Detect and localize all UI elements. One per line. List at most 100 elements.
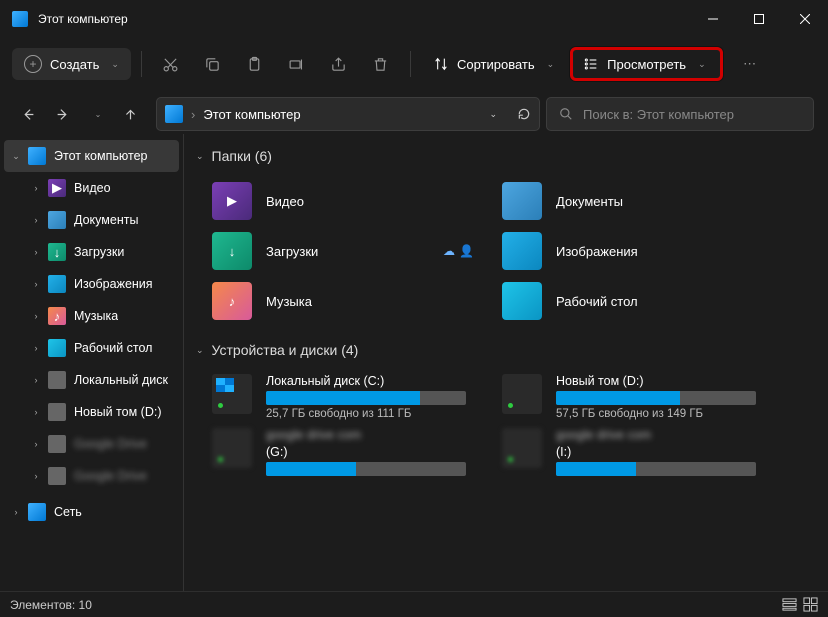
folders-grid: ▶Видео Документы ↓Загрузки☁👤 Изображения… xyxy=(192,170,820,336)
expand-icon[interactable]: › xyxy=(30,471,42,481)
sidebar-label: Изображения xyxy=(74,277,153,291)
capacity-fill xyxy=(556,391,680,405)
delete-button[interactable] xyxy=(362,46,400,82)
content-pane[interactable]: ⌄ Папки (6) ▶Видео Документы ↓Загрузки☁👤… xyxy=(184,134,828,591)
expand-icon[interactable]: › xyxy=(30,375,42,385)
expand-icon[interactable]: › xyxy=(30,407,42,417)
expand-icon[interactable]: › xyxy=(30,439,42,449)
sidebar-label: Сеть xyxy=(54,505,82,519)
sidebar-item-documents[interactable]: ›Документы xyxy=(4,204,179,236)
sidebar-network[interactable]: › Сеть xyxy=(4,496,179,528)
drive-info: Локальный диск (C:) 25,7 ГБ свободно из … xyxy=(266,374,494,420)
drive-g[interactable]: google drive com (G:) xyxy=(208,424,498,480)
back-button[interactable] xyxy=(14,100,42,128)
tiles-view-button[interactable] xyxy=(803,597,818,612)
folder-icon: ↓ xyxy=(212,232,252,270)
capacity-fill xyxy=(266,462,356,476)
sidebar-this-pc[interactable]: ⌄ Этот компьютер xyxy=(4,140,179,172)
copy-button[interactable] xyxy=(194,46,232,82)
explorer-window: Этот компьютер + Создать ⌄ Сортировать ⌄… xyxy=(0,0,828,617)
share-button[interactable] xyxy=(320,46,358,82)
sort-label: Сортировать xyxy=(457,57,535,72)
more-button[interactable]: ⋯ xyxy=(731,46,769,82)
expand-icon[interactable]: › xyxy=(30,183,42,193)
expand-icon[interactable]: › xyxy=(30,279,42,289)
new-button[interactable]: + Создать ⌄ xyxy=(12,48,131,80)
drive-i[interactable]: google drive com (I:) xyxy=(498,424,788,480)
minimize-button[interactable] xyxy=(690,0,736,38)
expand-icon[interactable]: › xyxy=(10,507,22,517)
rename-button[interactable] xyxy=(278,46,316,82)
collapse-icon[interactable]: ⌄ xyxy=(196,151,204,162)
expand-icon[interactable]: › xyxy=(30,311,42,321)
collapse-icon[interactable]: ⌄ xyxy=(196,345,204,356)
forward-button[interactable] xyxy=(48,100,76,128)
cut-button[interactable] xyxy=(152,46,190,82)
recent-button[interactable]: ⌄ xyxy=(82,100,110,128)
main-area: ⌄ Этот компьютер ›▶Видео ›Документы ›↓За… xyxy=(0,134,828,591)
close-button[interactable] xyxy=(782,0,828,38)
folder-documents[interactable]: Документы xyxy=(498,176,788,226)
folder-desktop[interactable]: Рабочий стол xyxy=(498,276,788,326)
item-count: Элементов: 10 xyxy=(10,598,92,612)
group-header-folders[interactable]: ⌄ Папки (6) xyxy=(192,142,820,170)
led-icon xyxy=(218,403,223,408)
drive-icon xyxy=(48,403,66,421)
refresh-icon[interactable] xyxy=(517,107,531,121)
address-bar[interactable]: › Этот компьютер ⌄ xyxy=(156,97,540,131)
sidebar-label: Этот компьютер xyxy=(54,149,147,163)
capacity-fill xyxy=(556,462,636,476)
breadcrumb-item[interactable]: Этот компьютер xyxy=(203,107,300,122)
folder-video[interactable]: ▶Видео xyxy=(208,176,498,226)
paste-button[interactable] xyxy=(236,46,274,82)
sidebar-item-d-drive[interactable]: ›Новый том (D:) xyxy=(4,396,179,428)
sidebar-label: Музыка xyxy=(74,309,118,323)
drive-free: 57,5 ГБ свободно из 149 ГБ xyxy=(556,408,784,420)
group-header-drives[interactable]: ⌄ Устройства и диски (4) xyxy=(192,336,820,364)
folder-downloads[interactable]: ↓Загрузки☁👤 xyxy=(208,226,498,276)
sidebar-item-drive[interactable]: › Google Drive xyxy=(4,428,179,460)
sidebar-item-music[interactable]: ›♪Музыка xyxy=(4,300,179,332)
window-title: Этот компьютер xyxy=(38,12,690,26)
capacity-bar xyxy=(556,462,756,476)
folder-music[interactable]: ♪Музыка xyxy=(208,276,498,326)
chevron-down-icon: ⌄ xyxy=(111,59,119,70)
sidebar-item-local-disk[interactable]: ›Локальный диск xyxy=(4,364,179,396)
drive-d[interactable]: Новый том (D:) 57,5 ГБ свободно из 149 Г… xyxy=(498,370,788,424)
folder-icon xyxy=(48,211,66,229)
sidebar-label: Рабочий стол xyxy=(74,341,152,355)
drive-icon xyxy=(48,467,66,485)
view-switcher xyxy=(782,597,818,612)
sidebar-item-downloads[interactable]: ›↓Загрузки xyxy=(4,236,179,268)
drive-icon xyxy=(502,428,542,468)
expand-icon[interactable]: › xyxy=(30,247,42,257)
sidebar-item-images[interactable]: › Изображения xyxy=(4,268,179,300)
sidebar-label: Google Drive xyxy=(74,437,147,451)
up-button[interactable] xyxy=(116,100,144,128)
expand-icon[interactable]: ⌄ xyxy=(10,151,22,162)
details-view-button[interactable] xyxy=(782,597,797,612)
maximize-button[interactable] xyxy=(736,0,782,38)
chevron-down-icon[interactable]: ⌄ xyxy=(489,109,497,120)
view-button[interactable]: Просмотреть ⌄ xyxy=(570,47,722,81)
folder-icon xyxy=(502,232,542,270)
folder-icon xyxy=(502,182,542,220)
expand-icon[interactable]: › xyxy=(30,215,42,225)
drive-c[interactable]: Локальный диск (C:) 25,7 ГБ свободно из … xyxy=(208,370,498,424)
sidebar-item-video[interactable]: ›▶Видео xyxy=(4,172,179,204)
sidebar-item-desktop[interactable]: › Рабочий стол xyxy=(4,332,179,364)
sidebar-label: Видео xyxy=(74,181,111,195)
search-icon xyxy=(559,107,573,121)
sidebar-label: Google Drive xyxy=(74,469,147,483)
sidebar-item-drive[interactable]: › Google Drive xyxy=(4,460,179,492)
sort-button[interactable]: Сортировать ⌄ xyxy=(421,49,566,79)
drive-icon xyxy=(212,374,252,414)
expand-icon[interactable]: › xyxy=(30,343,42,353)
drive-letter: (G:) xyxy=(266,445,494,459)
folder-icon xyxy=(48,275,66,293)
this-pc-icon xyxy=(165,105,183,123)
search-input[interactable]: Поиск в: Этот компьютер xyxy=(546,97,814,131)
sidebar-label: Загрузки xyxy=(74,245,124,259)
drive-info: google drive com (G:) xyxy=(266,428,494,476)
folder-images[interactable]: Изображения xyxy=(498,226,788,276)
